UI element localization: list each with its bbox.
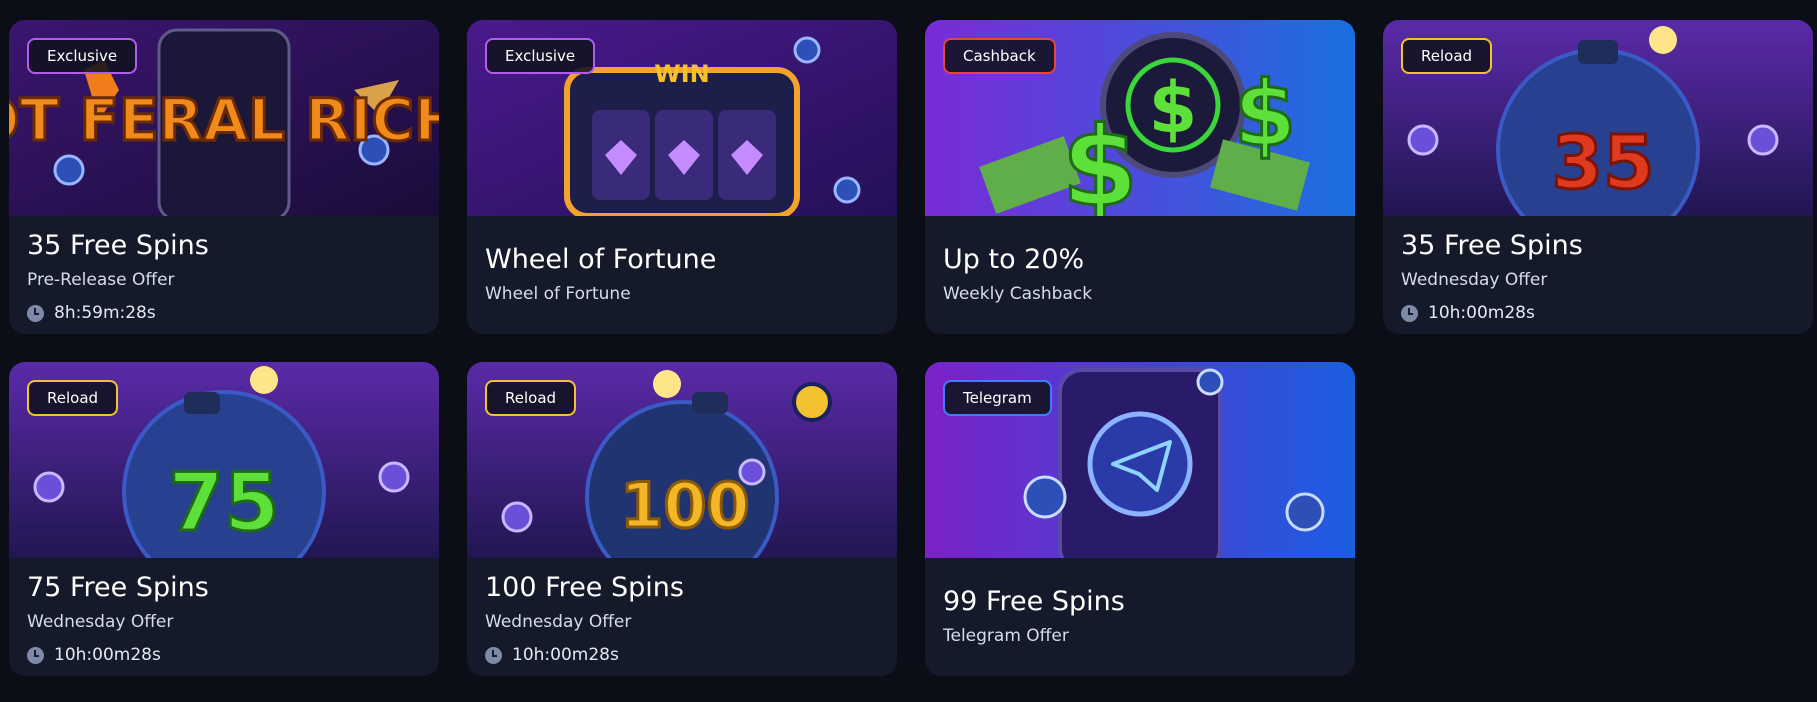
promo-card-riot[interactable]: RIOT FERAL RICHES Exclusive 35 Free Spin…	[9, 20, 439, 334]
promo-card-reload-75[interactable]: 75 Reload 75 Free Spins Wednesday Offer …	[9, 362, 439, 676]
banner-number: 100	[620, 469, 749, 542]
promo-timer: 10h:00m28s	[1401, 303, 1795, 323]
promo-card-cashback[interactable]: $ $ $ Cashback Up to 20% Weekly Cashback	[925, 20, 1355, 334]
promo-subtitle: Wednesday Offer	[1401, 270, 1548, 290]
promo-title: Wheel of Fortune	[485, 244, 717, 275]
promo-title: 100 Free Spins	[485, 572, 684, 603]
timer-value: 10h:00m28s	[1428, 303, 1535, 323]
promo-title: 35 Free Spins	[27, 230, 209, 261]
promo-subtitle: Pre-Release Offer	[27, 270, 175, 290]
promo-card-wheel-of-fortune[interactable]: WIN Exclusive Wheel of Fortune Wheel of …	[467, 20, 897, 334]
promo-title: 99 Free Spins	[943, 586, 1125, 617]
badge-reload: Reload	[27, 380, 119, 416]
promo-card-telegram[interactable]: Telegram 99 Free Spins Telegram Offer	[925, 362, 1355, 676]
promo-subtitle: Wheel of Fortune	[485, 284, 631, 304]
banner-dollar-center: $	[1149, 67, 1198, 149]
badge-exclusive: Exclusive	[27, 38, 138, 74]
banner-dollar-right: $	[1234, 62, 1297, 167]
promo-subtitle: Wednesday Offer	[27, 612, 174, 632]
badge-telegram: Telegram	[943, 380, 1052, 416]
promo-banner: 35 Reload	[1383, 20, 1813, 216]
banner-number: 35	[1552, 120, 1655, 206]
clock-icon	[27, 304, 44, 322]
promo-banner: Telegram	[925, 362, 1355, 558]
promo-timer: 10h:00m28s	[485, 645, 879, 665]
promo-timer: 10h:00m28s	[27, 645, 421, 665]
clock-icon	[1401, 304, 1418, 322]
promo-banner: RIOT FERAL RICHES Exclusive	[9, 20, 439, 216]
promo-banner: 100 Reload	[467, 362, 897, 558]
badge-reload: Reload	[485, 380, 577, 416]
timer-value: 10h:00m28s	[512, 645, 619, 665]
banner-dollar-left: $	[1062, 103, 1139, 216]
promo-card-reload-35[interactable]: 35 Reload 35 Free Spins Wednesday Offer …	[1383, 20, 1813, 334]
banner-win-text: WIN	[654, 60, 710, 88]
promo-title: 35 Free Spins	[1401, 230, 1583, 261]
badge-exclusive: Exclusive	[485, 38, 596, 74]
promo-title: Up to 20%	[943, 244, 1085, 275]
badge-reload: Reload	[1401, 38, 1493, 74]
promo-subtitle: Telegram Offer	[943, 626, 1069, 646]
badge-cashback: Cashback	[943, 38, 1056, 74]
promo-timer: 8h:59m:28s	[27, 303, 421, 323]
promo-card-reload-100[interactable]: 100 Reload 100 Free Spins Wednesday Offe…	[467, 362, 897, 676]
timer-value: 8h:59m:28s	[54, 303, 156, 323]
banner-number: 75	[168, 456, 279, 549]
clock-icon	[27, 646, 44, 664]
promo-title: 75 Free Spins	[27, 572, 209, 603]
timer-value: 10h:00m28s	[54, 645, 161, 665]
promo-subtitle: Weekly Cashback	[943, 284, 1093, 304]
clock-icon	[485, 646, 502, 664]
promo-banner: $ $ $ Cashback	[925, 20, 1355, 216]
promo-banner: WIN Exclusive	[467, 20, 897, 216]
promotions-grid: RIOT FERAL RICHES Exclusive 35 Free Spin…	[9, 20, 1813, 676]
banner-logo-text: RIOT FERAL RICHES	[9, 86, 439, 154]
promo-banner: 75 Reload	[9, 362, 439, 558]
promo-subtitle: Wednesday Offer	[485, 612, 632, 632]
